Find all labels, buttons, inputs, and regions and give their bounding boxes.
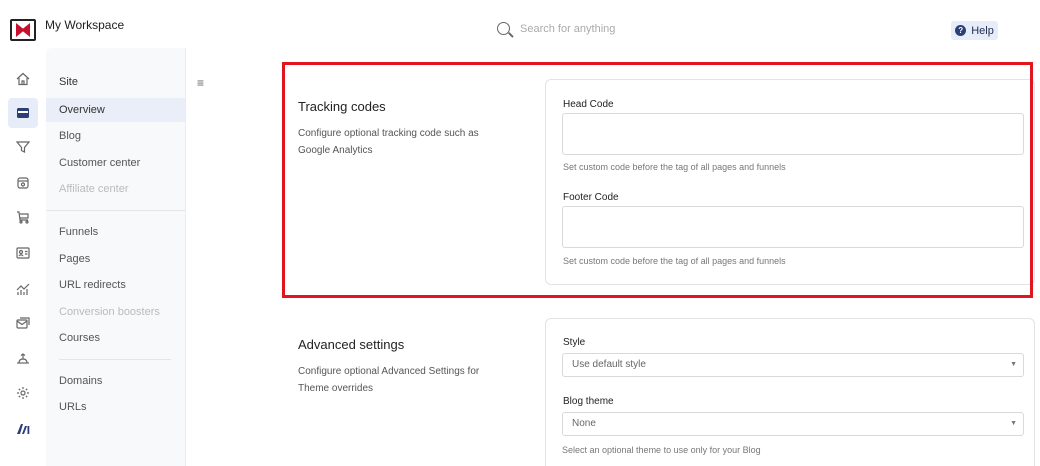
sidebar-item-blog[interactable]: Blog — [46, 124, 185, 148]
search-bar[interactable]: Search for anything — [497, 22, 615, 35]
top-bar: My Workspace Search for anything ? Help — [0, 0, 1040, 48]
sidebar-item-conversion-boosters: Conversion boosters — [59, 306, 160, 318]
website-icon[interactable] — [8, 98, 38, 128]
funnel-icon[interactable] — [8, 132, 38, 162]
contacts-icon[interactable] — [8, 238, 38, 268]
store-icon[interactable] — [8, 168, 38, 198]
icon-rail — [0, 48, 46, 466]
help-button[interactable]: ? Help — [951, 21, 998, 40]
advanced-settings-card — [545, 318, 1035, 466]
chevron-down-icon: ▼ — [1010, 420, 1017, 427]
sidebar-item-customer-center[interactable]: Customer center — [46, 151, 185, 175]
sidebar-item-funnels[interactable]: Funnels — [46, 220, 185, 244]
analytics-icon[interactable] — [8, 274, 38, 304]
sidebar-item-url-redirects[interactable]: URL redirects — [46, 273, 185, 297]
sidebar-item-affiliate-center: Affiliate center — [59, 183, 129, 195]
home-icon[interactable] — [8, 64, 38, 94]
blog-theme-select-value: None — [572, 418, 596, 429]
menu-icon[interactable]: ≡ — [197, 76, 204, 90]
chevron-down-icon: ▼ — [1010, 361, 1017, 368]
email-icon[interactable] — [8, 308, 38, 338]
style-select-value: Use default style — [572, 359, 646, 370]
site-sidebar: Site Overview Blog Customer center Affil… — [46, 48, 186, 466]
sidebar-title: Site — [59, 76, 78, 88]
question-icon: ? — [955, 25, 967, 36]
search-input[interactable]: Search for anything — [520, 23, 615, 35]
blog-theme-select[interactable]: None ▼ — [562, 412, 1024, 436]
style-select[interactable]: Use default style ▼ — [562, 353, 1024, 377]
sidebar-item-pages[interactable]: Pages — [46, 247, 185, 271]
sidebar-divider — [59, 359, 171, 360]
search-icon — [497, 22, 510, 35]
advanced-settings-title: Advanced settings — [298, 337, 405, 352]
sidebar-item-courses[interactable]: Courses — [46, 326, 185, 350]
automation-icon[interactable] — [8, 344, 38, 374]
sidebar-item-domains[interactable]: Domains — [46, 369, 185, 393]
blog-theme-label: Blog theme — [563, 396, 614, 407]
style-label: Style — [563, 337, 586, 348]
settings-icon[interactable] — [8, 378, 38, 408]
sidebar-item-urls[interactable]: URLs — [46, 395, 185, 419]
advanced-settings-description: Configure optional Advanced Settings for… — [298, 366, 480, 394]
ai-icon[interactable] — [8, 414, 38, 444]
workspace-name[interactable]: My Workspace — [45, 18, 124, 32]
app-logo-icon[interactable] — [10, 19, 36, 41]
cart-icon[interactable] — [8, 202, 38, 232]
blog-theme-help: Select an optional theme to use only for… — [562, 445, 761, 455]
sidebar-item-overview[interactable]: Overview — [46, 98, 185, 122]
help-button-label: Help — [971, 24, 994, 37]
highlight-box — [282, 62, 1033, 298]
sidebar-divider — [46, 210, 185, 211]
